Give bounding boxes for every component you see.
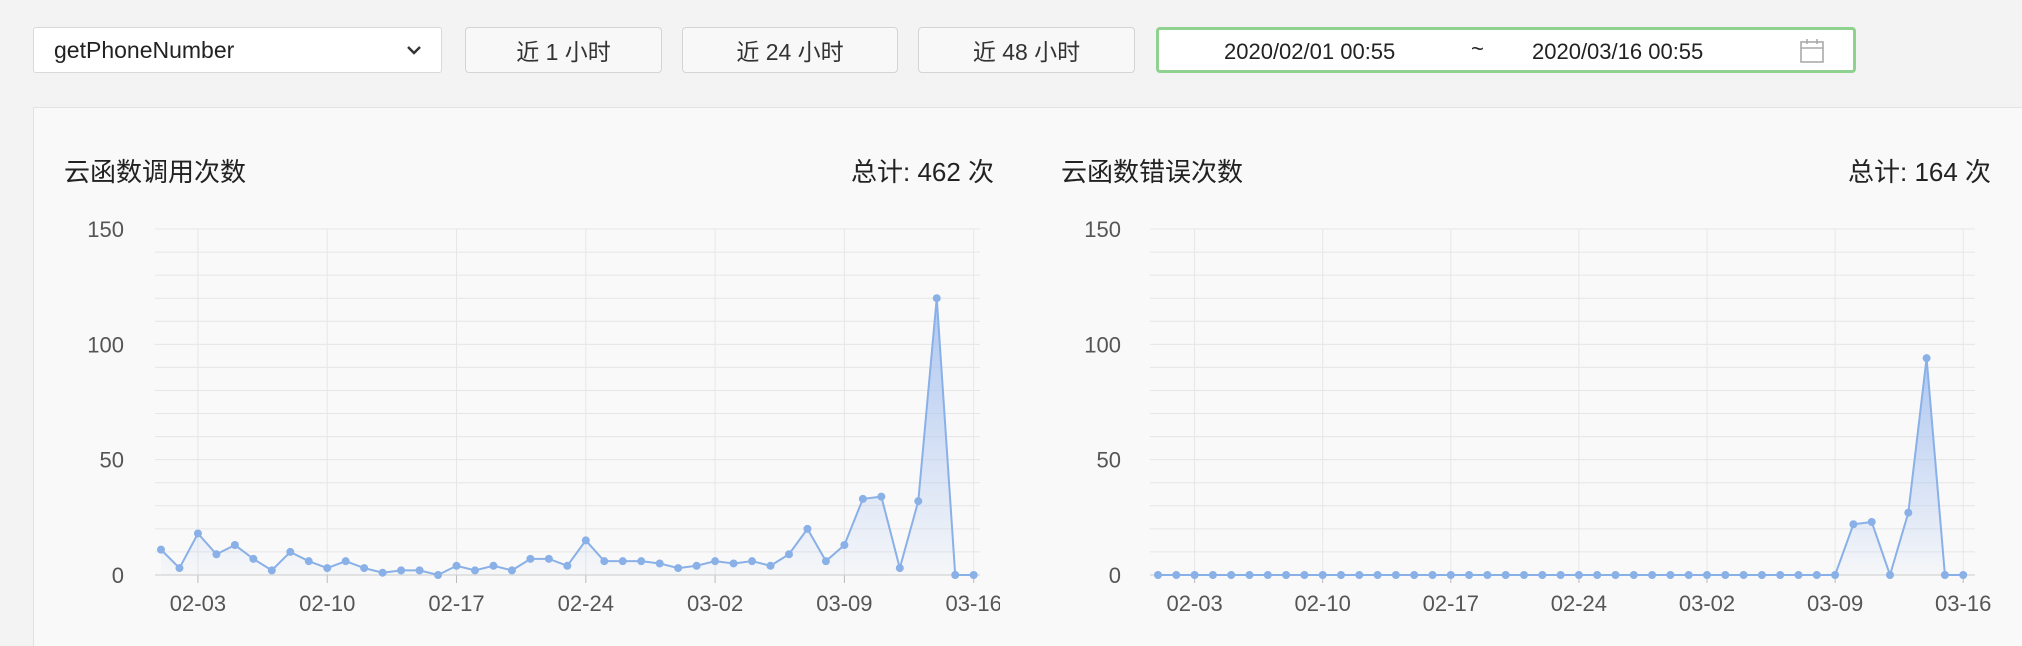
data-point (1959, 571, 1968, 579)
data-point (1208, 571, 1217, 579)
x-tick-label: 02-10 (1295, 591, 1351, 616)
data-point (1263, 571, 1272, 579)
data-point (1154, 571, 1162, 579)
data-point (1886, 571, 1894, 579)
data-point (1465, 571, 1474, 579)
data-point (1501, 571, 1510, 579)
data-point (1940, 571, 1949, 579)
data-point (1391, 571, 1400, 579)
x-tick-label: 02-17 (1423, 591, 1479, 616)
data-point (1867, 517, 1876, 526)
data-point (1172, 571, 1181, 579)
data-point (1446, 571, 1455, 579)
data-point (1355, 571, 1364, 579)
data-point (1831, 571, 1840, 579)
data-point (1684, 571, 1693, 579)
data-point (1574, 571, 1583, 579)
y-tick-label: 150 (1084, 217, 1121, 242)
data-point (1776, 571, 1785, 579)
data-point (1520, 571, 1528, 579)
data-point (1648, 571, 1657, 579)
data-point (1410, 571, 1419, 579)
data-point (1245, 571, 1254, 579)
data-point (1538, 571, 1547, 579)
data-point (1904, 508, 1913, 517)
data-point (1300, 571, 1309, 579)
data-point (1190, 571, 1199, 579)
x-tick-label: 02-03 (1166, 591, 1222, 616)
data-point (1629, 571, 1638, 579)
data-point (1703, 571, 1711, 579)
data-point (1337, 571, 1345, 579)
data-point (1922, 354, 1931, 363)
data-point (1318, 571, 1327, 579)
data-point (1282, 571, 1291, 579)
data-point (1227, 571, 1236, 579)
x-tick-label: 02-24 (1551, 591, 1607, 616)
data-point (1757, 571, 1766, 579)
data-point (1794, 571, 1803, 579)
data-point (1556, 571, 1565, 579)
x-tick-label: 03-09 (1807, 591, 1863, 616)
data-point (1483, 571, 1492, 579)
y-tick-label: 0 (1109, 563, 1121, 588)
data-point (1739, 571, 1748, 579)
data-point (1849, 520, 1858, 529)
y-tick-label: 50 (1097, 448, 1121, 473)
data-point (1721, 571, 1730, 579)
y-tick-label: 100 (1084, 332, 1121, 357)
errors-chart: 0 50 100 150 02-03 02-10 02-17 02-24 03-02 03-09 0… (1084, 217, 1991, 616)
data-point (1428, 571, 1437, 579)
data-point (1611, 571, 1620, 579)
x-tick-label: 03-02 (1679, 591, 1735, 616)
data-point (1666, 571, 1675, 579)
data-point (1373, 571, 1382, 579)
x-tick-label: 03-16 (1935, 591, 1991, 616)
data-point (1593, 571, 1602, 579)
data-point (1812, 571, 1821, 579)
